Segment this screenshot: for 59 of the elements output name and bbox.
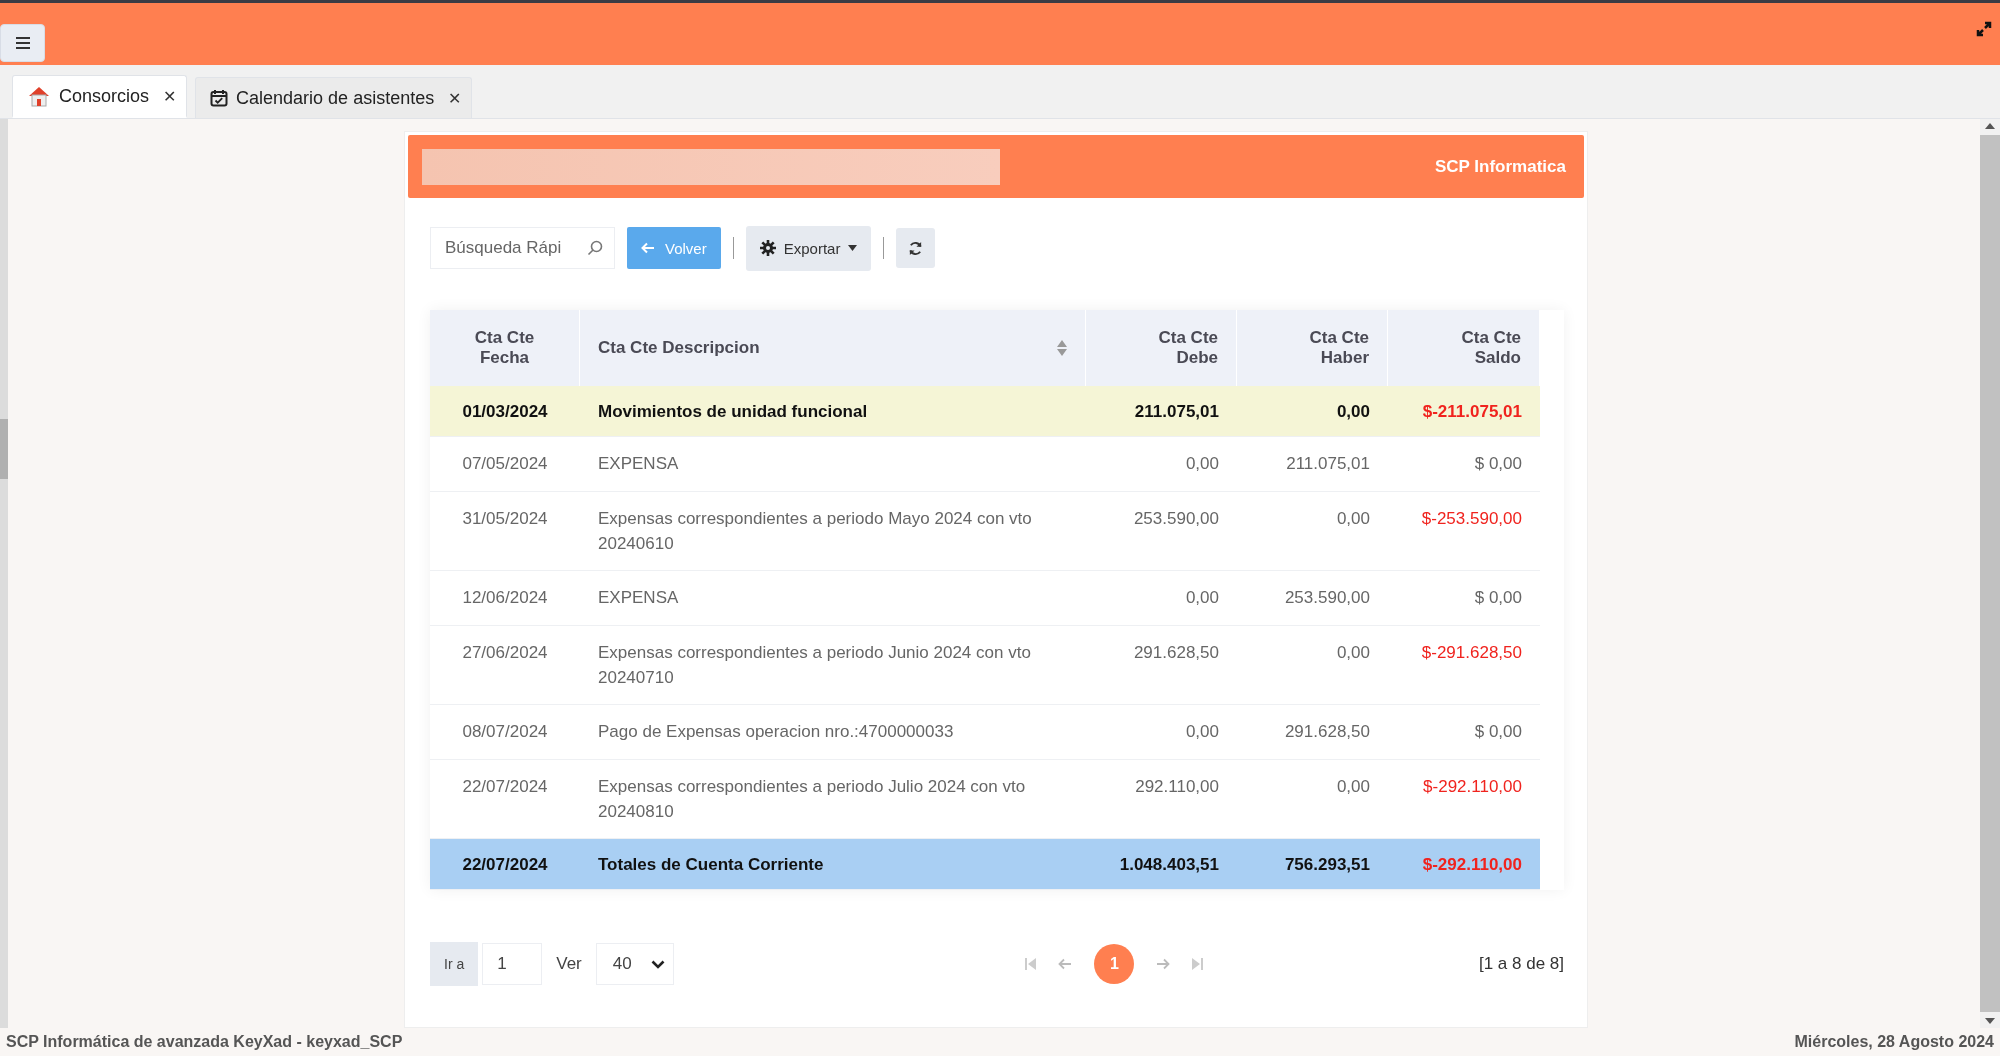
home-icon: [27, 85, 51, 107]
tab[interactable]: Consorcios ✕: [12, 75, 188, 118]
close-icon[interactable]: ✕: [448, 88, 462, 108]
status-date: Miércoles, 28 Agosto 2024: [1794, 1033, 1994, 1051]
table-cell: 756.293,51: [1237, 839, 1388, 890]
table-cell: 31/05/2024: [430, 492, 580, 571]
search-field[interactable]: Búsqueda Rápi: [430, 227, 615, 269]
goto-label: Ir a: [430, 942, 479, 986]
column-header: Cta Cte Saldo: [1388, 310, 1540, 386]
chevron-down-icon: [650, 959, 665, 969]
caret-icon: [848, 245, 858, 251]
table-cell: 22/07/2024: [430, 839, 580, 890]
table-cell: 08/07/2024: [430, 705, 580, 760]
menu-button[interactable]: [0, 24, 45, 62]
page-input[interactable]: 1: [482, 943, 543, 985]
expand-icon[interactable]: [1976, 21, 1992, 37]
table-cell: 22/07/2024: [430, 760, 580, 839]
last-page-icon[interactable]: [1192, 958, 1205, 970]
search-icon: [587, 240, 603, 256]
table-cell: 1.048.403,51: [1086, 839, 1237, 890]
table-cell: 27/06/2024: [430, 626, 580, 705]
calendar-check-icon: [210, 89, 229, 107]
arrow-left-icon: [641, 242, 655, 254]
refresh-button[interactable]: [896, 228, 936, 268]
column-header: Cta Cte Fecha: [430, 310, 580, 386]
scrollbar-thumb[interactable]: [0, 419, 8, 479]
close-icon[interactable]: ✕: [163, 86, 177, 106]
tab-label: Consorcios: [59, 85, 150, 107]
tab[interactable]: Calendario de asistentes ✕: [195, 77, 473, 118]
arrow-left-icon[interactable]: [1058, 958, 1073, 970]
table-cell: Totales de Cuenta Corriente: [580, 839, 1086, 890]
table-cell: $-292.110,00: [1388, 839, 1540, 890]
gear-icon: [759, 240, 776, 256]
table-cell: 01/03/2024: [430, 386, 580, 437]
refresh-icon: [908, 240, 924, 256]
table-cell: 0,00: [1237, 386, 1388, 437]
menu-icon: [15, 37, 30, 49]
column-header-label: Cta Cte Descripcion: [598, 338, 760, 358]
first-page-icon[interactable]: [1024, 958, 1037, 970]
sort-icon[interactable]: [1057, 340, 1067, 356]
column-header: Cta Cte Debe: [1086, 310, 1237, 386]
table-cell: 211.075,01: [1086, 386, 1237, 437]
export-button[interactable]: Exportar: [745, 225, 872, 271]
brand-label: SCP Informatica: [1435, 156, 1566, 177]
column-header[interactable]: Cta Cte Descripcion: [580, 310, 1086, 386]
scrollbar-thumb[interactable]: [1980, 135, 2000, 1012]
column-header: Cta Cte Haber: [1237, 310, 1388, 386]
tab-label: Calendario de asistentes: [236, 87, 435, 109]
page-size-select[interactable]: 40: [595, 943, 674, 985]
view-label: Ver: [556, 954, 582, 974]
status-left-text: SCP Informática de avanzada KeyXad - keyxad_SCP: [6, 1033, 403, 1051]
record-count: [1 a 8 de 8]: [1478, 954, 1564, 974]
scroll-down-icon[interactable]: [1985, 1018, 1995, 1024]
table-cell: 12/06/2024: [430, 571, 580, 626]
table-cell: Movimientos de unidad funcional: [580, 386, 1086, 437]
arrow-right-icon[interactable]: [1156, 958, 1171, 970]
scroll-up-icon[interactable]: [1985, 123, 1995, 129]
table-cell: $-211.075,01: [1388, 386, 1540, 437]
table-cell: 07/05/2024: [430, 437, 580, 492]
